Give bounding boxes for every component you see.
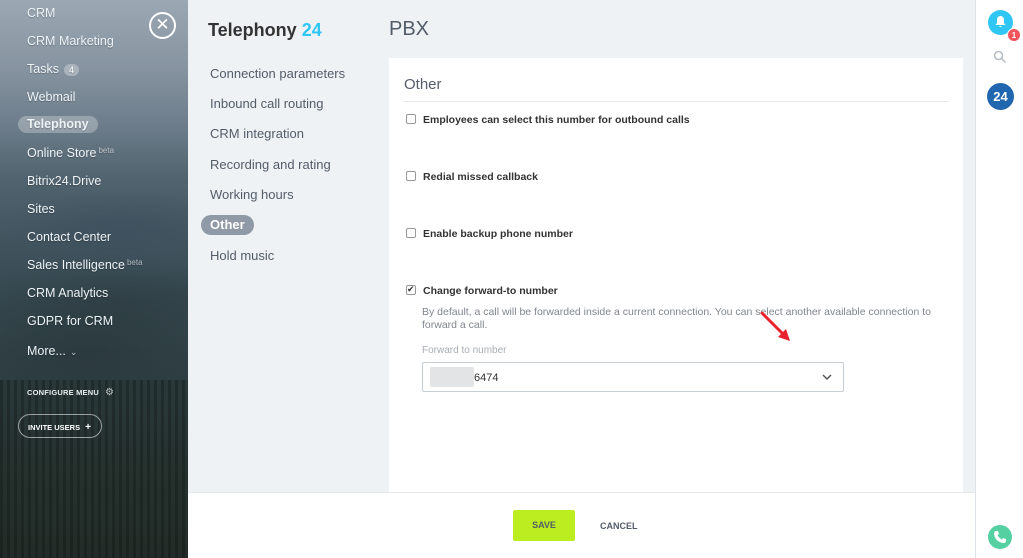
- option-employees-select-number[interactable]: Employees can select this number for out…: [406, 114, 690, 126]
- settings-item-recording-and-rating[interactable]: Recording and rating: [210, 157, 331, 172]
- forward-to-number-value: 6474: [474, 372, 499, 384]
- background-forest: [0, 380, 188, 558]
- nav-label: CRM Analytics: [27, 286, 109, 300]
- nav-label: Online Store: [27, 146, 97, 160]
- footer-bar: SAVE CANCEL: [188, 493, 975, 558]
- forward-description: By default, a call will be forwarded ins…: [422, 306, 931, 331]
- cancel-button[interactable]: CANCEL: [600, 521, 638, 531]
- checkbox[interactable]: [406, 171, 416, 181]
- nav-label: Tasks: [27, 62, 59, 76]
- phone-call-button[interactable]: [988, 525, 1012, 549]
- nav-label: GDPR for CRM: [27, 314, 114, 328]
- nav-item-telephony[interactable]: Telephony: [18, 116, 98, 133]
- left-navigation: CRM CRM Marketing Tasks 4 Webmail Telepho…: [0, 0, 188, 558]
- invite-users-button[interactable]: INVITE USERS +: [18, 414, 102, 438]
- b24-label: 24: [993, 89, 1008, 104]
- chevron-down-icon: [822, 374, 832, 381]
- settings-item-hold-music[interactable]: Hold music: [210, 248, 274, 263]
- bitrix24-icon[interactable]: 24: [987, 83, 1014, 110]
- nav-label: Webmail: [27, 90, 76, 104]
- close-slider-button[interactable]: ✕: [149, 12, 176, 39]
- configure-menu-label: CONFIGURE MENU: [27, 388, 99, 397]
- option-label: Change forward-to number: [423, 285, 558, 297]
- checkbox[interactable]: [406, 228, 416, 238]
- nav-label: CRM: [27, 6, 56, 20]
- forward-to-number-select[interactable]: 6474: [422, 362, 844, 392]
- nav-label: Bitrix24.Drive: [27, 174, 102, 188]
- settings-item-crm-integration[interactable]: CRM integration: [210, 126, 304, 141]
- checkbox[interactable]: [406, 114, 416, 124]
- beta-label: beta: [126, 258, 143, 267]
- settings-item-inbound-call-routing[interactable]: Inbound call routing: [210, 96, 323, 111]
- page-title: PBX: [389, 18, 430, 40]
- nav-item-crm[interactable]: CRM: [27, 6, 55, 20]
- nav-item-sites[interactable]: Sites: [27, 202, 55, 216]
- tasks-count-badge: 4: [63, 63, 79, 76]
- invite-users-label: INVITE USERS: [28, 423, 81, 432]
- settings-navigation: Telephony 24 Connection parameters Inbou…: [188, 0, 388, 493]
- nav-item-online-store[interactable]: Online Store beta: [27, 146, 114, 160]
- redacted-number-mask: [430, 367, 474, 387]
- panel-heading: Other: [404, 76, 442, 93]
- nav-item-gdpr-for-crm[interactable]: GDPR for CRM: [27, 314, 113, 328]
- notification-count-badge: 1: [1007, 28, 1021, 42]
- settings-item-connection-parameters[interactable]: Connection parameters: [210, 66, 345, 81]
- option-label: Employees can select this number for out…: [423, 114, 690, 126]
- option-enable-backup-phone[interactable]: Enable backup phone number: [406, 228, 573, 240]
- option-change-forward-to-number[interactable]: Change forward-to number: [406, 284, 558, 297]
- checkbox-checked[interactable]: [406, 284, 416, 295]
- right-rail: 1 24: [975, 0, 1023, 558]
- beta-label: beta: [98, 146, 115, 155]
- nav-label: Sites: [27, 202, 55, 216]
- phone-icon: [994, 531, 1006, 543]
- close-icon: ✕: [155, 15, 170, 34]
- settings-panel: Other Employees can select this number f…: [389, 58, 963, 493]
- nav-label: CRM Marketing: [27, 34, 114, 48]
- option-label: Enable backup phone number: [423, 228, 573, 240]
- plus-icon: +: [85, 422, 91, 433]
- nav-label: Contact Center: [27, 230, 112, 244]
- forward-to-number-label: Forward to number: [422, 345, 507, 356]
- app-title-accent: 24: [301, 20, 322, 40]
- gear-icon: ⚙: [104, 387, 115, 398]
- nav-item-more[interactable]: More... ⌄: [27, 344, 77, 358]
- telephony-slider: Telephony 24 Connection parameters Inbou…: [188, 0, 975, 558]
- nav-label: More...: [27, 344, 66, 358]
- save-button[interactable]: SAVE: [513, 510, 575, 541]
- nav-item-bitrix24-drive[interactable]: Bitrix24.Drive: [27, 174, 101, 188]
- nav-item-webmail[interactable]: Webmail: [27, 90, 75, 104]
- option-redial-missed-callback[interactable]: Redial missed callback: [406, 171, 538, 183]
- nav-item-sales-intelligence[interactable]: Sales Intelligence beta: [27, 258, 143, 272]
- nav-label: Sales Intelligence: [27, 258, 125, 272]
- notifications-button[interactable]: 1: [988, 10, 1021, 42]
- nav-item-crm-marketing[interactable]: CRM Marketing: [27, 34, 114, 48]
- bell-icon: [995, 16, 1006, 27]
- nav-label: Telephony: [27, 117, 89, 131]
- app-title: Telephony 24: [208, 20, 322, 41]
- chevron-down-icon: ⌄: [69, 347, 78, 357]
- settings-item-other[interactable]: Other: [201, 215, 254, 235]
- nav-item-tasks[interactable]: Tasks 4: [27, 62, 79, 76]
- divider: [404, 101, 948, 102]
- settings-item-working-hours[interactable]: Working hours: [210, 187, 294, 202]
- nav-item-contact-center[interactable]: Contact Center: [27, 230, 111, 244]
- nav-item-crm-analytics[interactable]: CRM Analytics: [27, 286, 108, 300]
- app-title-text: Telephony: [208, 20, 297, 40]
- annotation-arrow-icon: [760, 311, 790, 341]
- search-icon[interactable]: [993, 50, 1007, 64]
- configure-menu-button[interactable]: CONFIGURE MENU ⚙: [27, 387, 114, 398]
- option-label: Redial missed callback: [423, 171, 538, 183]
